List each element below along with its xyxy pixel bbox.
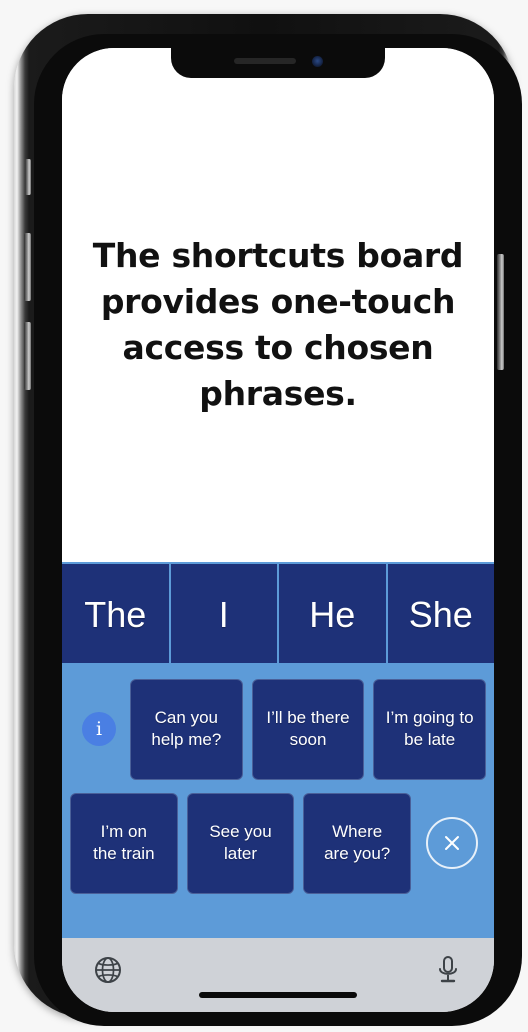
- phrase-button-can-you-help-me[interactable]: Can you help me?: [130, 678, 243, 780]
- power-button[interactable]: [497, 254, 504, 370]
- volume-down-button[interactable]: [24, 322, 31, 390]
- silent-switch[interactable]: [25, 159, 31, 195]
- microphone-glyph: [439, 956, 457, 983]
- phrase-row-2: I’m on the train See you later Where are…: [62, 787, 494, 899]
- close-x-glyph: [445, 836, 460, 850]
- notch: [171, 48, 385, 78]
- headline-text: The shortcuts board provides one-touch a…: [92, 236, 464, 413]
- close-icon[interactable]: [426, 817, 479, 869]
- globe-icon[interactable]: [88, 950, 128, 990]
- phrase-button-see-you-later[interactable]: See you later: [186, 792, 295, 894]
- bottom-toolbar: [62, 938, 494, 1012]
- word-cell-the[interactable]: The: [62, 564, 171, 665]
- earpiece-speaker-icon: [233, 58, 296, 64]
- phrase-button-im-on-the-train[interactable]: I’m on the train: [70, 792, 178, 894]
- info-icon[interactable]: i: [82, 712, 116, 746]
- shortcuts-board: i Can you help me? I’ll be there soon I’…: [62, 663, 494, 938]
- phrase-row-1: i Can you help me? I’ll be there soon I’…: [62, 673, 494, 785]
- front-camera-icon: [311, 55, 323, 67]
- phone-screen: The shortcuts board provides one-touch a…: [62, 48, 494, 1012]
- word-suggestion-row: The I He She: [62, 562, 494, 665]
- globe-glyph: [95, 957, 121, 983]
- phrase-button-ill-be-there-soon[interactable]: I’ll be there soon: [251, 678, 365, 780]
- word-cell-he[interactable]: He: [279, 564, 388, 665]
- word-cell-she[interactable]: She: [388, 564, 495, 665]
- microphone-icon[interactable]: [428, 950, 468, 990]
- phrase-button-im-going-to-be-late[interactable]: I’m going to be late: [373, 678, 487, 780]
- volume-up-button[interactable]: [24, 233, 31, 301]
- phone-frame: The shortcuts board provides one-touch a…: [14, 14, 522, 1026]
- word-cell-i[interactable]: I: [171, 564, 279, 665]
- phrase-button-where-are-you[interactable]: Where are you?: [303, 792, 412, 894]
- message-display-area[interactable]: The shortcuts board provides one-touch a…: [62, 48, 494, 562]
- home-indicator[interactable]: [199, 992, 357, 998]
